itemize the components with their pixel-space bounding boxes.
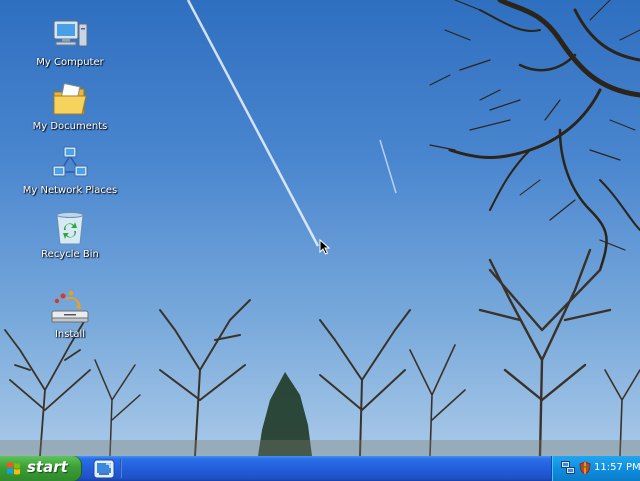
network-places-icon <box>52 146 88 177</box>
desktop-icon-my-documents[interactable]: My Documents <box>22 82 118 132</box>
desktop-icon-label: My Network Places <box>22 185 118 196</box>
network-connection-icon[interactable] <box>561 461 575 475</box>
show-desktop-icon[interactable] <box>93 459 115 479</box>
desktop-icon-my-computer[interactable]: My Computer <box>22 18 118 68</box>
security-shield-icon[interactable] <box>578 461 592 475</box>
start-button[interactable]: start <box>0 456 82 481</box>
ground-band <box>0 440 640 456</box>
desktop-icon-label: My Computer <box>36 57 104 68</box>
my-computer-icon <box>53 20 88 47</box>
contrail <box>379 139 397 194</box>
start-label: start <box>27 458 68 476</box>
my-documents-icon <box>53 82 87 115</box>
desktop-icon-label: Install <box>54 329 86 340</box>
windows-logo-icon <box>7 462 20 475</box>
desktop-icon-label: My Documents <box>32 121 108 132</box>
contrail <box>186 0 320 247</box>
desktop-icon-install[interactable]: Install <box>22 290 118 340</box>
taskbar: start 11:57 PM <box>0 456 640 481</box>
desktop-icon-recycle-bin[interactable]: Recycle Bin <box>22 210 118 260</box>
taskbar-divider <box>120 459 122 478</box>
mouse-cursor-icon <box>319 239 331 255</box>
desktop-icon-label: Recycle Bin <box>41 249 99 260</box>
quick-launch-bar <box>86 456 120 481</box>
clock[interactable]: 11:57 PM <box>594 462 640 473</box>
tree-line <box>4 248 640 456</box>
desktop[interactable]: My Computer My Documents My Network Plac… <box>0 0 640 456</box>
install-icon <box>51 290 89 323</box>
tree-upper-right <box>429 0 640 272</box>
desktop-icon-my-network-places[interactable]: My Network Places <box>22 146 118 196</box>
recycle-bin-icon <box>56 212 84 245</box>
system-tray: 11:57 PM <box>551 456 640 481</box>
